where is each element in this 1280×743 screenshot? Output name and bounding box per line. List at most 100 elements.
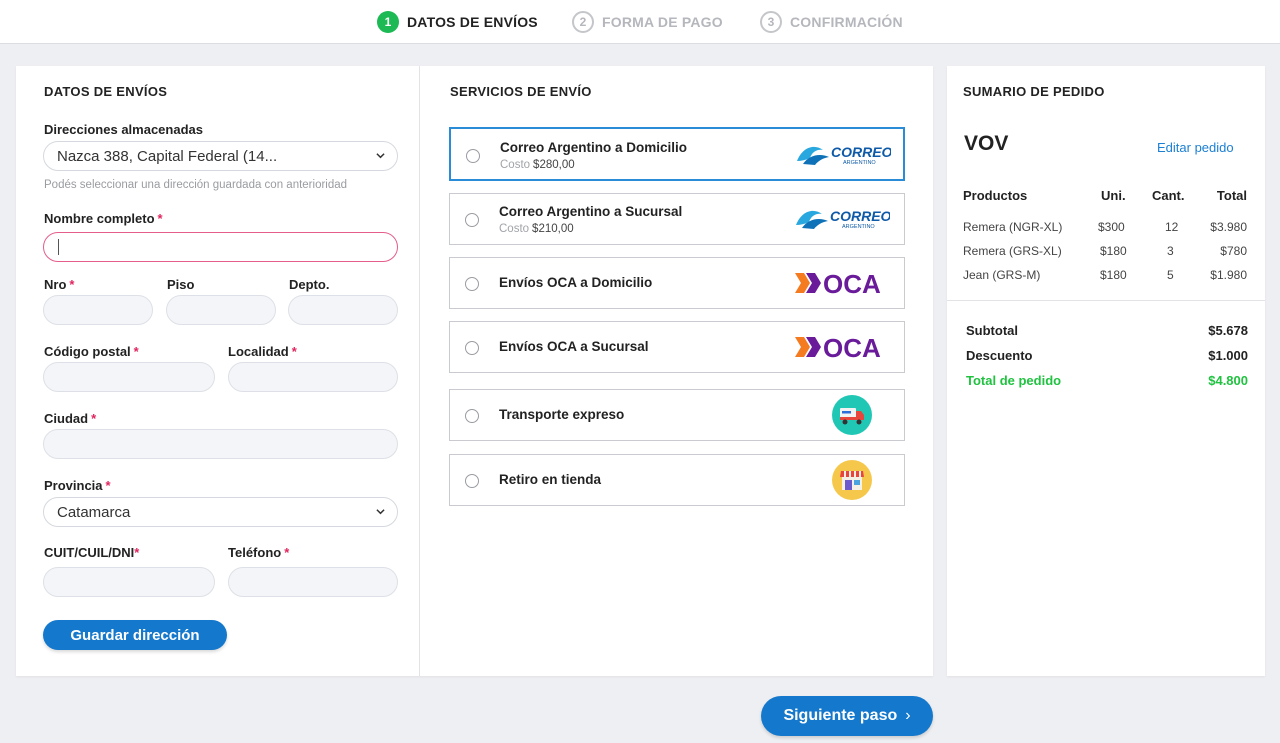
row-product: Remera (NGR-XL) [963, 220, 1063, 234]
chevron-down-icon [376, 153, 385, 159]
postal-code-input[interactable] [43, 362, 215, 392]
step-payment-method[interactable]: 2 FORMA DE PAGO [572, 10, 723, 34]
row-total: $780 [1220, 244, 1247, 258]
svg-text:ARGENTINO: ARGENTINO [843, 160, 876, 166]
step-label: DATOS DE ENVÍOS [407, 14, 538, 30]
column-header-unit: Uni. [1101, 188, 1126, 203]
nro-input[interactable] [43, 295, 153, 325]
full-name-input[interactable] [43, 232, 398, 262]
radio-button[interactable] [465, 474, 479, 488]
discount-label: Descuento [966, 348, 1033, 363]
discount-value: $1.000 [1208, 348, 1248, 363]
service-option-store-pickup[interactable]: Retiro en tienda [449, 454, 905, 506]
edit-order-link[interactable]: Editar pedido [1157, 140, 1234, 155]
oca-logo: OCA [795, 334, 881, 360]
chevron-right-icon: › [905, 707, 911, 724]
service-name: Retiro en tienda [499, 472, 602, 487]
order-total-value: $4.800 [1208, 373, 1248, 388]
radio-button[interactable] [465, 409, 479, 423]
service-option-oca-domicilio[interactable]: Envíos OCA a Domicilio OCA [449, 257, 905, 309]
subtotal-value: $5.678 [1208, 323, 1248, 338]
step-number: 3 [760, 11, 782, 33]
svg-text:CORREO: CORREO [831, 144, 891, 160]
next-step-label: Siguiente paso [783, 707, 898, 724]
row-qty: 12 [1165, 220, 1179, 234]
row-unit: $180 [1100, 268, 1127, 282]
tax-id-input[interactable] [43, 567, 215, 597]
province-select[interactable]: Catamarca [43, 497, 398, 527]
next-step-button[interactable]: Siguiente paso › [761, 696, 933, 736]
locality-label: Localidad * [228, 344, 297, 359]
column-divider [419, 66, 420, 676]
step-shipping-data[interactable]: 1 DATOS DE ENVÍOS [377, 10, 538, 34]
subtotal-label: Subtotal [966, 323, 1018, 338]
oca-logo: OCA [795, 270, 881, 296]
step-confirmation[interactable]: 3 CONFIRMACIÓN [760, 10, 903, 34]
step-label: FORMA DE PAGO [602, 14, 723, 30]
text-cursor [58, 239, 59, 255]
stored-address-value: Nazca 388, Capital Federal (14... [57, 147, 278, 165]
order-total-label: Total de pedido [966, 373, 1062, 388]
service-option-correo-sucursal[interactable]: Correo Argentino a Sucursal Costo $210,00… [449, 193, 905, 245]
column-header-qty: Cant. [1152, 188, 1185, 203]
province-value: Catamarca [57, 503, 131, 521]
summary-divider [947, 300, 1265, 301]
step-label: CONFIRMACIÓN [790, 14, 903, 30]
save-address-button[interactable]: Guardar dirección [43, 620, 227, 650]
stored-addresses-hint: Podés seleccionar una dirección guardada… [44, 179, 348, 191]
piso-label: Piso [167, 277, 195, 292]
radio-button[interactable] [465, 277, 479, 291]
delivery-truck-icon [832, 395, 872, 435]
tax-id-label: CUIT/CUIL/DNI* [44, 545, 140, 560]
postal-code-label: Código postal * [44, 344, 139, 359]
stored-addresses-label: Direcciones almacenadas [44, 122, 203, 137]
svg-text:CORREO: CORREO [830, 208, 890, 224]
row-qty: 3 [1167, 244, 1174, 258]
column-header-product: Productos [963, 188, 1028, 203]
nro-label: Nro * [44, 277, 75, 292]
depto-label: Depto. [289, 277, 330, 292]
row-unit: $180 [1100, 244, 1127, 258]
service-option-express-transport[interactable]: Transporte expreso [449, 389, 905, 441]
checkout-stepper: 1 DATOS DE ENVÍOS 2 FORMA DE PAGO 3 CONF… [0, 0, 1280, 44]
step-number: 1 [377, 11, 399, 33]
row-qty: 5 [1167, 268, 1174, 282]
store-icon [832, 460, 872, 500]
row-unit: $300 [1098, 220, 1125, 234]
order-summary-card: SUMARIO DE PEDIDO VOV Editar pedido Prod… [947, 66, 1265, 676]
svg-text:OCA: OCA [823, 334, 881, 360]
phone-input[interactable] [228, 567, 398, 597]
service-name: Envíos OCA a Domicilio [499, 275, 653, 290]
depto-input[interactable] [288, 295, 398, 325]
service-name: Correo Argentino a Sucursal [499, 204, 683, 219]
service-cost: Costo $210,00 [499, 223, 574, 235]
row-product: Remera (GRS-XL) [963, 244, 1062, 258]
city-input[interactable] [43, 429, 398, 459]
full-name-label: Nombre completo * [44, 211, 163, 226]
order-summary-title: SUMARIO DE PEDIDO [963, 84, 1105, 99]
shipping-form-title: DATOS DE ENVÍOS [44, 84, 168, 99]
radio-button[interactable] [465, 341, 479, 355]
service-option-oca-sucursal[interactable]: Envíos OCA a Sucursal OCA [449, 321, 905, 373]
radio-button[interactable] [465, 213, 479, 227]
chevron-down-icon [376, 509, 385, 515]
svg-text:OCA: OCA [823, 270, 881, 296]
service-cost: Costo $280,00 [500, 159, 575, 171]
radio-button[interactable] [466, 149, 480, 163]
row-total: $3.980 [1210, 220, 1247, 234]
correo-argentino-logo: CORREO ARGENTINO [796, 208, 890, 230]
service-name: Transporte expreso [499, 407, 625, 422]
locality-input[interactable] [228, 362, 398, 392]
phone-label: Teléfono * [228, 545, 290, 560]
stored-addresses-select[interactable]: Nazca 388, Capital Federal (14... [43, 141, 398, 171]
shipping-services-title: SERVICIOS DE ENVÍO [450, 84, 592, 99]
order-name: VOV [964, 132, 1009, 155]
service-name: Correo Argentino a Domicilio [500, 140, 688, 155]
province-label: Provincia * [44, 478, 111, 493]
service-option-correo-domicilio[interactable]: Correo Argentino a Domicilio Costo $280,0… [449, 127, 905, 181]
step-number: 2 [572, 11, 594, 33]
column-header-total: Total [1216, 188, 1247, 203]
piso-input[interactable] [166, 295, 276, 325]
shipping-card: DATOS DE ENVÍOS Direcciones almacenadas … [16, 66, 933, 676]
city-label: Ciudad * [44, 411, 97, 426]
